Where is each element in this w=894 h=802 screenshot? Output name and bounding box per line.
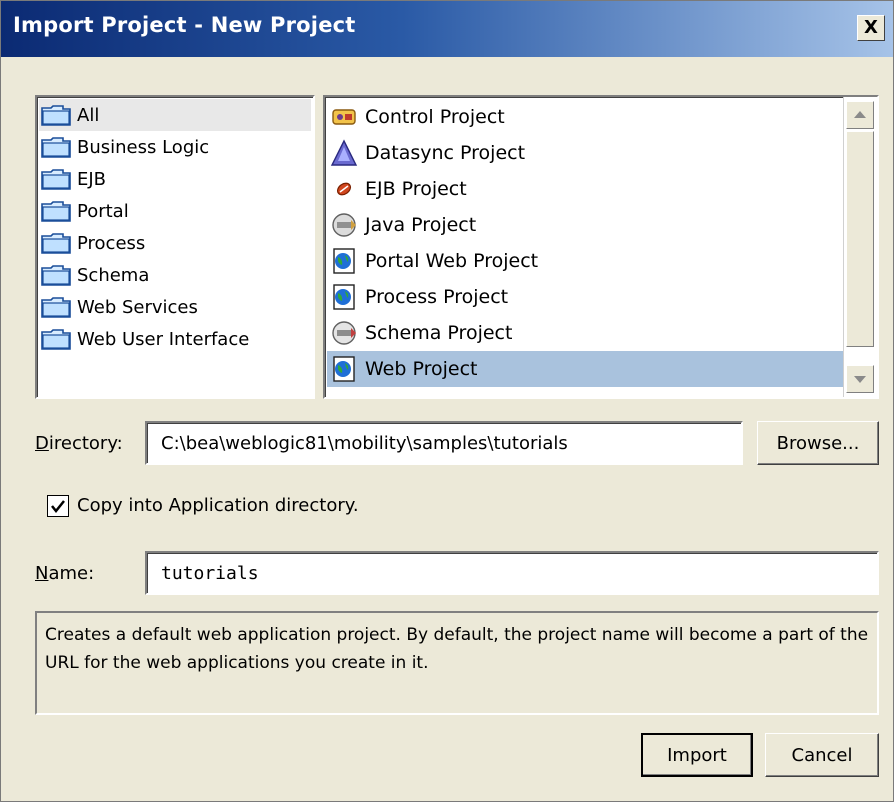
category-label: All [77,104,100,126]
folder-icon [41,200,71,222]
close-icon: X [864,17,878,38]
folder-icon [41,328,71,350]
category-item[interactable]: Portal [39,195,311,227]
datasync-project-icon [329,138,359,168]
copy-into-app-label: Copy into Application directory. [77,495,359,516]
category-label: Business Logic [77,136,210,158]
project-type-label: Control Project [365,106,505,128]
category-item[interactable]: Process [39,227,311,259]
description-panel: Creates a default web application projec… [35,611,879,715]
project-type-item[interactable]: Control Project [327,99,843,135]
arrow-up-icon [854,111,866,118]
folder-icon [41,296,71,318]
directory-value: C:\bea\weblogic81\mobility\samples\tutor… [161,432,568,454]
project-type-label: Java Project [365,214,477,236]
import-button[interactable]: Import [641,733,753,777]
project-type-item[interactable]: Datasync Project [327,135,843,171]
project-type-item[interactable]: Web Project [327,351,843,387]
category-label: Web Services [77,296,198,318]
globe-icon [329,282,359,312]
ejb-project-icon [329,174,359,204]
scroll-thumb[interactable] [846,131,874,347]
category-label: Schema [77,264,150,286]
name-label: Name: [35,563,95,584]
project-type-label: Web Project [365,358,478,380]
project-type-item[interactable]: Process Project [327,279,843,315]
project-list-scrollbar[interactable] [843,97,877,397]
scroll-down-button[interactable] [846,365,874,393]
category-label: Web User Interface [77,328,250,350]
control-project-icon [329,102,359,132]
project-type-item[interactable]: Portal Web Project [327,243,843,279]
title-bar[interactable]: Import Project - New Project X [1,1,893,57]
cancel-button[interactable]: Cancel [765,733,879,777]
project-type-label: Datasync Project [365,142,526,164]
category-label: Process [77,232,146,254]
category-item[interactable]: EJB [39,163,311,195]
folder-icon [41,136,71,158]
globe-icon [329,354,359,384]
category-label: Portal [77,200,129,222]
directory-input[interactable]: C:\bea\weblogic81\mobility\samples\tutor… [145,421,743,465]
project-type-item[interactable]: EJB Project [327,171,843,207]
project-type-list[interactable]: Control Project Datasync Project EJB Proje… [323,95,879,399]
name-value: tutorials [161,562,259,584]
dialog-title: Import Project - New Project [13,13,356,37]
copy-into-app-checkbox[interactable] [47,495,69,517]
project-type-item[interactable]: Schema Project [327,315,843,351]
project-type-label: Process Project [365,286,509,308]
checkmark-icon [51,500,65,514]
project-type-label: EJB Project [365,178,467,200]
category-list[interactable]: All Business Logic EJB Portal Process Schema W… [35,95,315,399]
schema-project-icon [329,318,359,348]
category-label: EJB [77,168,107,190]
folder-icon [41,232,71,254]
folder-icon [41,264,71,286]
globe-icon [329,246,359,276]
category-item[interactable]: All [39,99,311,131]
name-input[interactable]: tutorials [145,551,879,595]
arrow-down-icon [854,376,866,383]
category-item[interactable]: Business Logic [39,131,311,163]
category-item[interactable]: Web User Interface [39,323,311,355]
project-type-label: Schema Project [365,322,513,344]
category-item[interactable]: Web Services [39,291,311,323]
directory-label: Directory: [35,433,123,454]
project-type-item[interactable]: Java Project [327,207,843,243]
import-project-dialog: Import Project - New Project X All Busine… [0,0,894,802]
folder-icon [41,104,71,126]
category-item[interactable]: Schema [39,259,311,291]
project-type-label: Portal Web Project [365,250,539,272]
close-button[interactable]: X [857,15,885,41]
folder-icon [41,168,71,190]
java-project-icon [329,210,359,240]
scroll-up-button[interactable] [846,101,874,129]
browse-button[interactable]: Browse... [757,421,879,465]
